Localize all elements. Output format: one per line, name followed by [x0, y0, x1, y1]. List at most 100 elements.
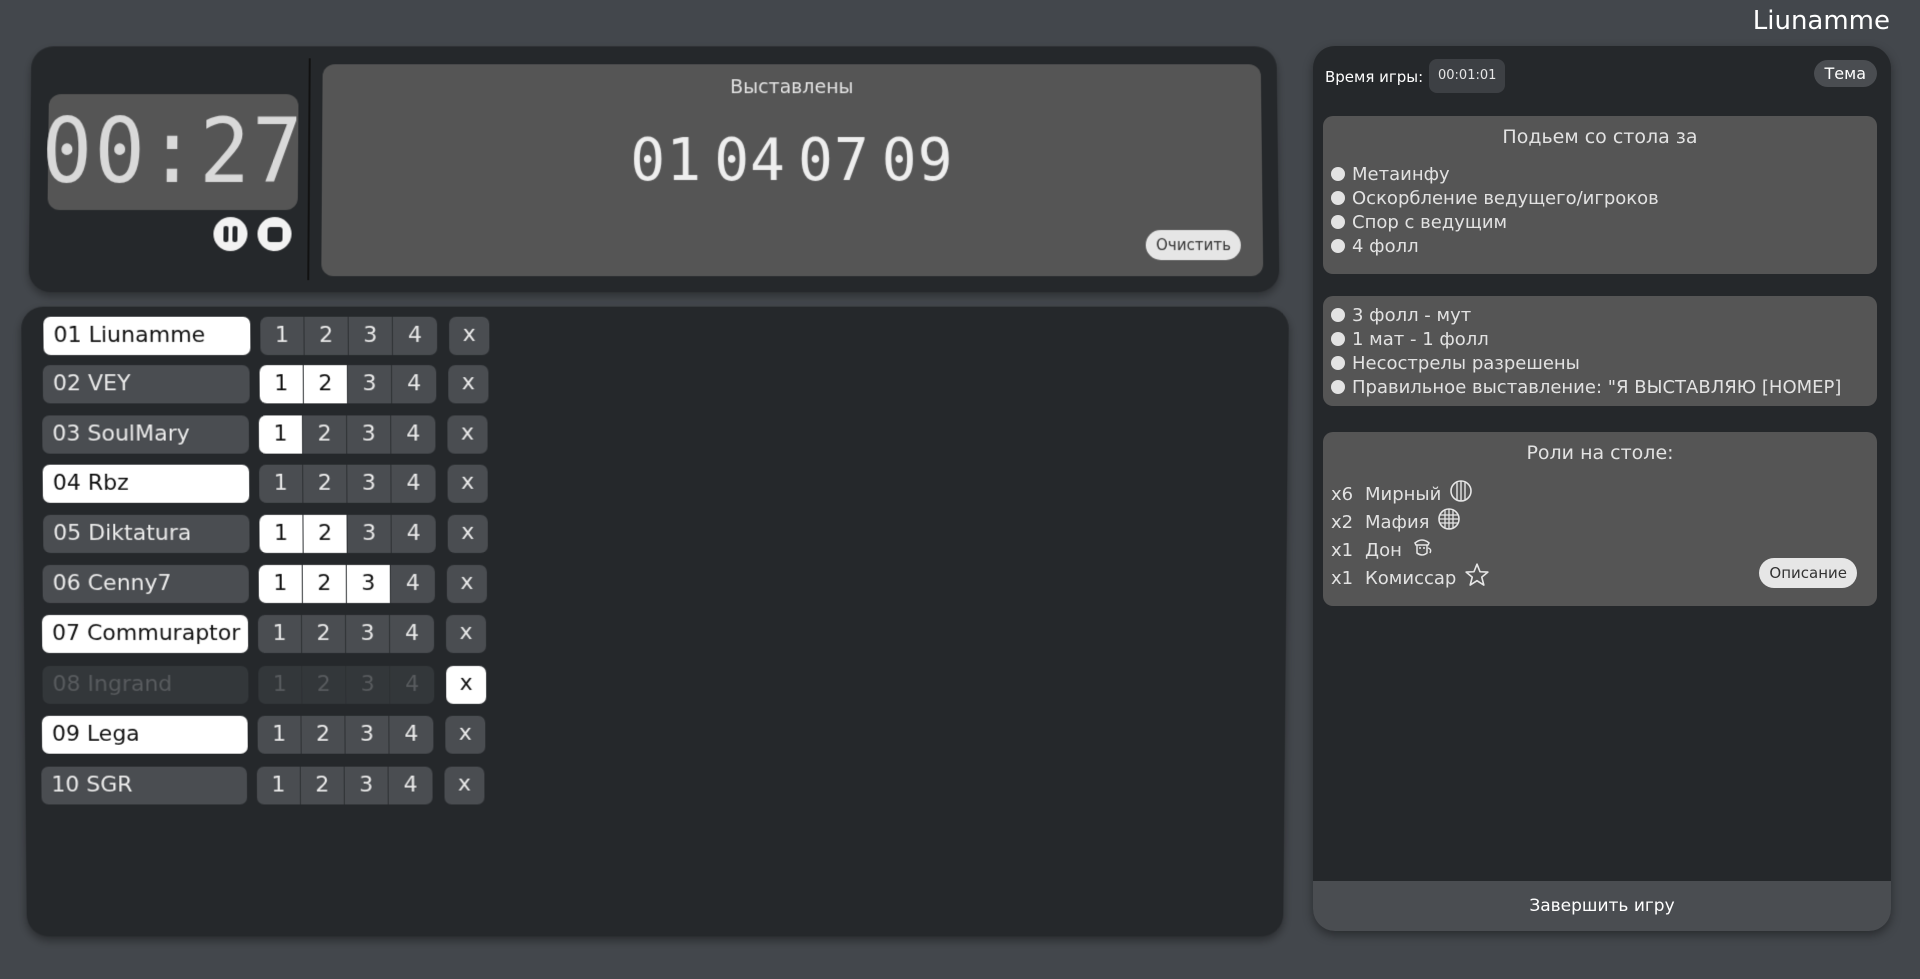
mafia-icon — [1437, 507, 1461, 537]
remove-player-button[interactable]: x — [447, 514, 488, 553]
foul-button-2[interactable]: 2 — [301, 615, 347, 653]
foul-button-2[interactable]: 2 — [303, 365, 349, 404]
player-name-button[interactable]: 09 Lega — [41, 715, 248, 754]
timer-value: 00:27 — [41, 100, 305, 204]
star-icon — [1464, 562, 1490, 594]
remove-player-button[interactable]: x — [449, 316, 490, 356]
list-item: Несострелы разрешены — [1331, 351, 1869, 375]
foul-button-1[interactable]: 1 — [259, 464, 304, 503]
foul-button-3[interactable]: 3 — [345, 715, 390, 754]
rule-text: Спор с ведущим — [1352, 211, 1508, 233]
foul-button-2[interactable]: 2 — [302, 564, 347, 604]
foul-buttons: 1234 — [256, 766, 433, 805]
foul-button-1[interactable]: 1 — [257, 615, 303, 653]
list-item: 4 фолл — [1331, 234, 1869, 258]
foul-button-2[interactable]: 2 — [303, 514, 348, 553]
remove-player-button[interactable]: x — [445, 615, 487, 653]
foul-button-4[interactable]: 4 — [391, 514, 436, 553]
nominated-number: 09 — [881, 126, 954, 194]
foul-button-4[interactable]: 4 — [392, 365, 437, 404]
bullet-icon — [1331, 332, 1345, 346]
nominated-numbers: 01 04 07 09 — [322, 126, 1262, 194]
remove-player-button[interactable]: x — [445, 715, 486, 754]
role-name: Комиссар — [1365, 567, 1457, 589]
player-name-button[interactable]: 01 Liunamme — [43, 316, 251, 356]
foul-button-2[interactable]: 2 — [301, 715, 346, 754]
finish-game-button[interactable]: Завершить игру — [1313, 881, 1891, 931]
game-time-label: Время игры: — [1325, 68, 1424, 86]
list-item: Оскорбление ведущего/игроков — [1331, 186, 1869, 210]
foul-button-1[interactable]: 1 — [256, 766, 301, 805]
civilian-icon — [1449, 479, 1473, 509]
remove-player-button[interactable]: x — [448, 365, 489, 404]
foul-button-1[interactable]: 1 — [260, 316, 305, 356]
player-name-button[interactable]: 05 Diktatura — [43, 514, 250, 553]
foul-button-2[interactable]: 2 — [300, 766, 345, 805]
foul-button-3[interactable]: 3 — [344, 766, 389, 805]
foul-button-1[interactable]: 1 — [258, 415, 304, 454]
remove-player-button[interactable]: x — [444, 766, 485, 805]
remove-player-button[interactable]: x — [446, 665, 487, 704]
foul-button-1[interactable]: 1 — [259, 365, 304, 404]
list-item: Спор с ведущим — [1331, 210, 1869, 234]
player-name-button[interactable]: 03 SoulMary — [42, 415, 250, 454]
foul-button-4[interactable]: 4 — [391, 415, 436, 454]
player-name-button[interactable]: 08 Ingrand — [42, 665, 249, 704]
foul-button-3[interactable]: 3 — [347, 415, 392, 454]
player-row: 06 Cenny7 1 2 3 4 x — [42, 564, 487, 604]
foul-button-3[interactable]: 3 — [345, 615, 391, 653]
rule-text: Оскорбление ведущего/игроков — [1352, 187, 1659, 209]
foul-button-4[interactable]: 4 — [390, 665, 435, 704]
description-button[interactable]: Описание — [1759, 558, 1857, 588]
foul-buttons: 1234 — [257, 615, 435, 653]
foul-button-2[interactable]: 2 — [302, 415, 348, 454]
role-row: x6 Мирный — [1323, 480, 1877, 508]
foul-button-3[interactable]: 3 — [346, 665, 391, 704]
foul-button-4[interactable]: 4 — [390, 564, 435, 604]
foul-buttons: 1234 — [258, 415, 436, 454]
remove-player-button[interactable]: x — [446, 564, 487, 604]
clear-button[interactable]: Очистить — [1145, 230, 1242, 261]
game-info-panel: Время игры: 00:01:01 Тема Подьем со стол… — [1313, 46, 1891, 931]
player-name-button[interactable]: 07 Commuraptor — [41, 615, 249, 653]
role-count: x6 — [1331, 483, 1354, 505]
roles-card: Роли на столе: x6 Мирный x2 Мафия x1 Дон — [1323, 432, 1877, 606]
foul-buttons: 1234 — [258, 564, 435, 604]
pause-button[interactable] — [213, 217, 248, 252]
foul-button-4[interactable]: 4 — [391, 464, 436, 503]
foul-button-4[interactable]: 4 — [388, 766, 433, 805]
foul-buttons: 1234 — [258, 665, 435, 704]
foul-button-3[interactable]: 3 — [348, 316, 393, 356]
foul-button-2[interactable]: 2 — [303, 464, 348, 503]
foul-button-1[interactable]: 1 — [257, 715, 302, 754]
player-name-button[interactable]: 04 Rbz — [42, 464, 250, 503]
foul-button-1[interactable]: 1 — [258, 665, 303, 704]
player-name-button[interactable]: 06 Cenny7 — [42, 564, 249, 604]
foul-button-3[interactable]: 3 — [346, 564, 391, 604]
timer-panel: 00:27 Выставлены 01 04 07 09 Очистить — [28, 46, 1280, 293]
player-name-button[interactable]: 02 VEY — [42, 365, 250, 404]
foul-button-2[interactable]: 2 — [304, 316, 349, 356]
foul-buttons: 1234 — [257, 715, 434, 754]
remove-player-button[interactable]: x — [447, 415, 488, 454]
remove-player-button[interactable]: x — [447, 464, 488, 503]
foul-button-1[interactable]: 1 — [259, 514, 304, 553]
username: Liunamme — [1752, 6, 1890, 36]
theme-button[interactable]: Тема — [1813, 60, 1877, 87]
bullet-icon — [1331, 239, 1345, 253]
rule-text: Правильное выставление: "Я ВЫСТАВЛЯЮ [НО… — [1352, 376, 1842, 398]
player-row: 01 Liunamme 1 2 3 4 x — [43, 316, 490, 356]
foul-button-4[interactable]: 4 — [389, 615, 435, 653]
foul-button-3[interactable]: 3 — [347, 365, 393, 404]
stop-button[interactable] — [257, 217, 292, 252]
player-name-button[interactable]: 10 SGR — [41, 766, 248, 805]
foul-button-4[interactable]: 4 — [389, 715, 434, 754]
foul-button-4[interactable]: 4 — [392, 316, 438, 356]
foul-button-1[interactable]: 1 — [258, 564, 303, 604]
foul-button-3[interactable]: 3 — [347, 514, 392, 553]
foul-button-2[interactable]: 2 — [302, 665, 347, 704]
nominated-number: 04 — [714, 126, 787, 194]
general-rules-list: 3 фолл - мут 1 мат - 1 фолл Несострелы р… — [1323, 303, 1877, 399]
role-count: x1 — [1331, 567, 1354, 589]
foul-button-3[interactable]: 3 — [347, 464, 392, 503]
